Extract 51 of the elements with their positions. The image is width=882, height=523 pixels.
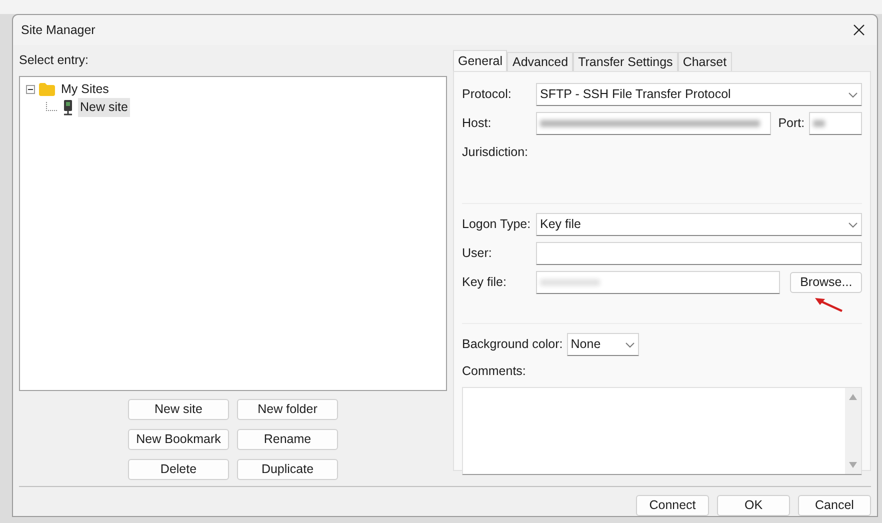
scroll-down-icon bbox=[849, 462, 857, 468]
field-label: Comments: bbox=[462, 362, 526, 380]
tab[interactable]: General bbox=[453, 50, 508, 71]
annotation-arrow bbox=[814, 297, 844, 313]
field-label: Host: bbox=[462, 115, 492, 132]
tab[interactable]: Charset bbox=[678, 52, 732, 71]
browse-button[interactable]: Browse... bbox=[790, 272, 862, 293]
close-icon bbox=[853, 24, 865, 36]
chevron-down-icon bbox=[848, 92, 858, 98]
host-field[interactable] bbox=[536, 112, 772, 135]
window-title: Site Manager bbox=[21, 22, 96, 39]
field-label: Port: bbox=[778, 115, 805, 132]
chevron-down-icon bbox=[848, 222, 858, 228]
logon-type-dropdown[interactable]: Key file bbox=[536, 213, 862, 236]
chevron-down-icon bbox=[624, 342, 635, 348]
port-field[interactable] bbox=[808, 112, 862, 135]
protocol-dropdown[interactable]: SFTP - SSH File Transfer Protocol bbox=[536, 83, 862, 106]
dialog-button[interactable]: Cancel bbox=[798, 495, 871, 516]
scroll-up-icon bbox=[849, 394, 857, 400]
combo-value: Key file bbox=[540, 216, 581, 234]
blurred-text bbox=[812, 120, 825, 127]
dialog-button[interactable]: Connect bbox=[636, 495, 709, 516]
field-label: Jurisdiction: bbox=[462, 144, 529, 162]
tree-action-button[interactable]: New Bookmark bbox=[128, 428, 229, 450]
tab[interactable]: Advanced bbox=[507, 52, 574, 71]
tree-label: Select entry: bbox=[19, 52, 90, 69]
tree-action-button[interactable]: Duplicate bbox=[237, 458, 338, 480]
tree-item[interactable]: My Sites bbox=[59, 80, 111, 100]
tab[interactable]: Transfer Settings bbox=[573, 52, 678, 71]
tree-item[interactable]: New site bbox=[78, 98, 130, 118]
key-file-field[interactable] bbox=[536, 271, 780, 294]
dialog-button[interactable]: OK bbox=[717, 495, 790, 516]
tree-action-button[interactable]: Delete bbox=[128, 458, 229, 480]
combo-value: SFTP - SSH File Transfer Protocol bbox=[540, 86, 731, 104]
tree-action-button[interactable]: New folder bbox=[237, 398, 338, 420]
combo-value: None bbox=[570, 336, 601, 354]
field-label: Key file: bbox=[462, 274, 508, 292]
field-label: Logon Type: bbox=[462, 216, 532, 234]
tree-connector-icon bbox=[46, 102, 58, 114]
background-color-dropdown[interactable]: None bbox=[566, 333, 639, 356]
user-field[interactable] bbox=[536, 242, 862, 265]
blurred-text bbox=[540, 279, 600, 286]
server-icon bbox=[62, 100, 74, 116]
comments-field[interactable] bbox=[462, 387, 862, 475]
tree-action-button[interactable]: New site bbox=[128, 398, 229, 420]
field-label: Protocol: bbox=[462, 86, 512, 104]
tree-action-button[interactable]: Rename bbox=[237, 428, 338, 450]
field-label: User: bbox=[462, 245, 493, 262]
field-label: Background color: bbox=[462, 336, 563, 354]
folder-icon bbox=[39, 83, 55, 96]
scrollbar[interactable] bbox=[845, 388, 861, 474]
